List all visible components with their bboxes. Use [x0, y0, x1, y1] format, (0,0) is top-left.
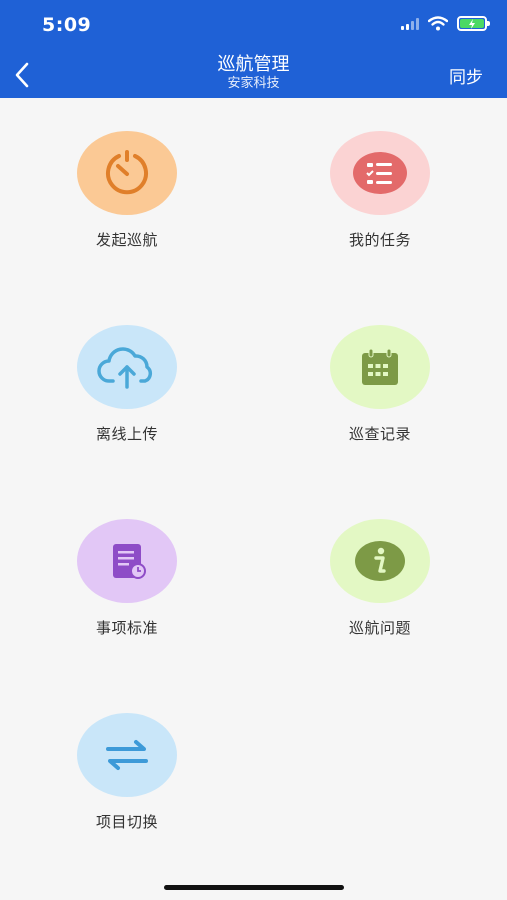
menu-item-offline-upload[interactable]: 离线上传 — [27, 325, 227, 444]
sync-button[interactable]: 同步 — [449, 63, 483, 88]
menu-item-start-cruise[interactable]: 发起巡航 — [27, 131, 227, 250]
menu-icon-circle — [77, 131, 177, 215]
cellular-signal-icon — [401, 17, 419, 30]
menu-item-cruise-issues[interactable]: 巡航问题 — [280, 519, 480, 638]
document-clock-icon — [113, 544, 146, 579]
menu-item-my-tasks[interactable]: 我的任务 — [280, 131, 480, 250]
timer-icon — [106, 150, 148, 195]
page-subtitle: 安家科技 — [227, 76, 280, 91]
menu-icon-circle — [330, 131, 430, 215]
app-header: 5:09 巡航管理 安家科技 同步 — [0, 0, 507, 98]
menu-item-project-switch[interactable]: 项目切换 — [27, 713, 227, 832]
menu-item-patrol-records[interactable]: 巡查记录 — [280, 325, 480, 444]
menu-item-label: 我的任务 — [348, 231, 411, 249]
menu-icon-circle — [77, 519, 177, 603]
cloud-upload-icon — [97, 347, 152, 389]
title-block: 巡航管理 安家科技 — [0, 54, 507, 92]
status-icons — [401, 16, 490, 31]
info-icon — [355, 541, 405, 581]
menu-item-label: 离线上传 — [95, 425, 158, 443]
menu-item-label: 项目切换 — [95, 813, 158, 831]
menu-item-label: 巡查记录 — [348, 425, 411, 443]
calendar-icon — [362, 348, 398, 385]
page-title: 巡航管理 — [217, 54, 290, 75]
menu-icon-circle — [330, 325, 430, 409]
home-indicator[interactable] — [164, 885, 344, 890]
menu-item-item-standards[interactable]: 事项标准 — [27, 519, 227, 638]
menu-icon-circle — [330, 519, 430, 603]
battery-icon — [457, 16, 490, 31]
status-time: 5:09 — [42, 14, 92, 36]
swap-arrows-icon — [106, 740, 148, 770]
menu-item-label: 巡航问题 — [348, 619, 411, 637]
task-list-icon — [353, 152, 407, 194]
wifi-icon — [428, 16, 448, 31]
menu-icon-circle — [77, 325, 177, 409]
menu-item-label: 事项标准 — [95, 619, 158, 637]
menu-icon-circle — [77, 713, 177, 797]
menu-item-label: 发起巡航 — [95, 231, 158, 249]
